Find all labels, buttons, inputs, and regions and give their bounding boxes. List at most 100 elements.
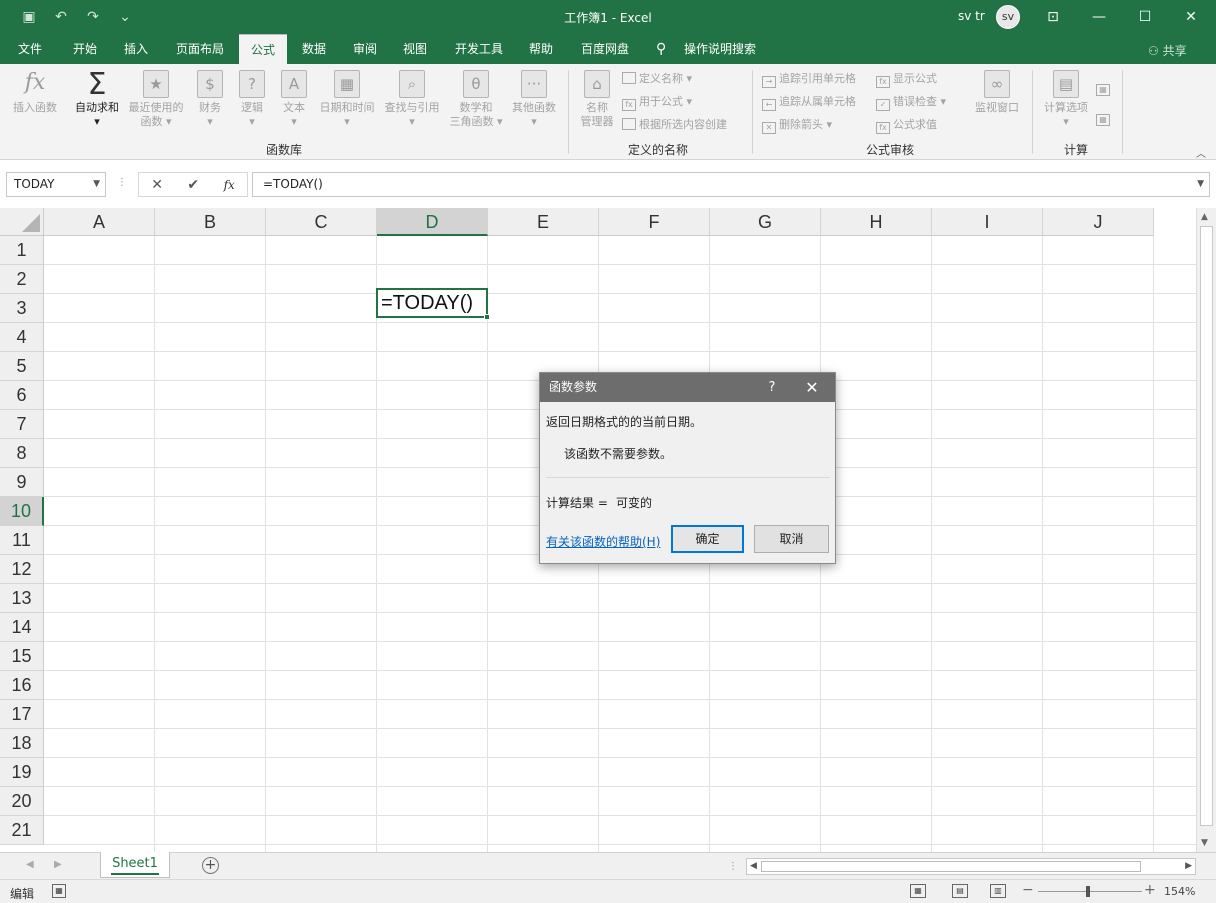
recently-used-button[interactable]: ★ 最近使用的 函数 ▾: [126, 70, 186, 129]
function-help-link[interactable]: 有关该函数的帮助(H): [546, 533, 660, 550]
prev-sheet-icon[interactable]: ◀: [26, 859, 34, 870]
minimize-icon[interactable]: —: [1076, 0, 1122, 34]
insert-function-button[interactable]: fx 插入函数: [6, 70, 64, 115]
more-functions-button[interactable]: ··· 其他函数 ▾: [508, 70, 560, 129]
column-header[interactable]: I: [932, 208, 1043, 236]
tab-split-handle-icon[interactable]: ⋮: [728, 861, 738, 872]
row-header[interactable]: 13: [0, 584, 44, 613]
row-header[interactable]: 11: [0, 526, 44, 555]
row-header[interactable]: 3: [0, 294, 44, 323]
tab-view[interactable]: 视图: [403, 34, 427, 64]
row-header[interactable]: 19: [0, 758, 44, 787]
fill-handle[interactable]: [484, 314, 490, 320]
trace-precedents-button[interactable]: → 追踪引用单元格: [762, 72, 856, 88]
tab-file[interactable]: 文件: [18, 34, 42, 64]
text-button[interactable]: A 文本 ▾: [276, 70, 312, 129]
select-all-corner[interactable]: [0, 208, 44, 236]
formula-input[interactable]: =TODAY() ▼: [252, 172, 1210, 197]
tab-page-layout[interactable]: 页面布局: [176, 34, 224, 64]
row-header[interactable]: 21: [0, 816, 44, 845]
horizontal-scroll-thumb[interactable]: [761, 861, 1141, 872]
row-header[interactable]: 18: [0, 729, 44, 758]
cancel-button[interactable]: 取消: [754, 525, 829, 553]
horizontal-scrollbar[interactable]: ◀ ▶: [746, 858, 1196, 875]
calculate-now-button[interactable]: ▦: [1096, 80, 1113, 96]
zoom-out-icon[interactable]: −: [1022, 882, 1034, 898]
page-layout-view-icon[interactable]: ▤: [952, 884, 968, 898]
next-sheet-icon[interactable]: ▶: [54, 859, 62, 870]
row-header[interactable]: 6: [0, 381, 44, 410]
tab-formulas[interactable]: 公式: [239, 34, 288, 64]
column-header[interactable]: J: [1043, 208, 1154, 236]
row-header[interactable]: 14: [0, 613, 44, 642]
avatar[interactable]: sv: [996, 5, 1020, 29]
sheet-tab[interactable]: Sheet1: [100, 852, 170, 878]
watch-window-button[interactable]: ∞ 监视窗口: [970, 70, 1024, 115]
date-time-button[interactable]: ▦ 日期和时间 ▾: [316, 70, 378, 129]
maximize-icon[interactable]: ☐: [1122, 0, 1168, 34]
row-header[interactable]: 4: [0, 323, 44, 352]
trace-dependents-button[interactable]: ← 追踪从属单元格: [762, 95, 856, 111]
column-header[interactable]: D: [377, 208, 488, 236]
vertical-scrollbar[interactable]: ▲ ▼: [1196, 208, 1216, 852]
tab-developer[interactable]: 开发工具: [455, 34, 503, 64]
zoom-slider-thumb[interactable]: [1086, 886, 1090, 897]
scroll-left-icon[interactable]: ◀: [750, 861, 757, 871]
active-cell[interactable]: =TODAY(): [376, 288, 490, 320]
evaluate-formula-button[interactable]: fx 公式求值: [876, 118, 937, 134]
autosum-button[interactable]: Σ 自动求和 ▾: [70, 70, 124, 129]
row-header[interactable]: 20: [0, 787, 44, 816]
user-name[interactable]: sv tr: [958, 9, 985, 23]
lookup-button[interactable]: ⌕ 查找与引用 ▾: [381, 70, 443, 129]
row-header[interactable]: 2: [0, 265, 44, 294]
name-manager-button[interactable]: ⌂ 名称 管理器: [576, 70, 618, 129]
share-button[interactable]: ⚇ 共享: [1148, 42, 1187, 59]
remove-arrows-button[interactable]: ✕ 删除箭头 ▾: [762, 118, 832, 134]
column-header[interactable]: F: [599, 208, 710, 236]
close-icon[interactable]: ✕: [1168, 0, 1214, 34]
tell-me-search[interactable]: 操作说明搜索: [684, 34, 756, 64]
name-box[interactable]: TODAY ▼: [6, 172, 106, 197]
tab-help[interactable]: 帮助: [529, 34, 553, 64]
column-header[interactable]: G: [710, 208, 821, 236]
page-break-view-icon[interactable]: ▥: [990, 884, 1006, 898]
zoom-in-icon[interactable]: +: [1144, 882, 1156, 898]
logical-button[interactable]: ? 逻辑 ▾: [234, 70, 270, 129]
show-formulas-button[interactable]: fx 显示公式: [876, 72, 937, 88]
add-sheet-icon[interactable]: +: [202, 857, 219, 874]
row-header[interactable]: 12: [0, 555, 44, 584]
collapse-ribbon-icon[interactable]: ︿: [1196, 145, 1206, 160]
row-header[interactable]: 17: [0, 700, 44, 729]
row-header[interactable]: 8: [0, 439, 44, 468]
tab-baidu-netdisk[interactable]: 百度网盘: [581, 34, 629, 64]
chevron-down-icon[interactable]: ▼: [93, 173, 100, 196]
expand-formula-icon[interactable]: ▼: [1197, 173, 1204, 196]
financial-button[interactable]: $ 财务 ▾: [192, 70, 228, 129]
macro-record-icon[interactable]: ▦: [52, 884, 66, 898]
row-header[interactable]: 15: [0, 642, 44, 671]
dialog-title[interactable]: 函数参数: [540, 373, 835, 402]
scroll-down-icon[interactable]: ▼: [1201, 838, 1208, 848]
use-in-formula-button[interactable]: fx 用于公式 ▾: [622, 95, 692, 111]
help-icon[interactable]: ?: [762, 373, 782, 402]
tab-review[interactable]: 审阅: [353, 34, 377, 64]
zoom-level[interactable]: 154%: [1164, 885, 1195, 898]
error-checking-button[interactable]: ✓ 错误检查 ▾: [876, 95, 946, 111]
normal-view-icon[interactable]: ▦: [910, 884, 926, 898]
create-from-selection-button[interactable]: 根据所选内容创建: [622, 118, 727, 132]
insert-function-icon[interactable]: fx: [224, 178, 235, 192]
scroll-right-icon[interactable]: ▶: [1185, 861, 1192, 871]
tab-home[interactable]: 开始: [73, 34, 97, 64]
column-header[interactable]: C: [266, 208, 377, 236]
close-icon[interactable]: ✕: [800, 373, 824, 402]
column-header[interactable]: A: [44, 208, 155, 236]
zoom-slider[interactable]: [1038, 891, 1142, 892]
define-name-button[interactable]: 定义名称 ▾: [622, 72, 692, 86]
column-header[interactable]: B: [155, 208, 266, 236]
scroll-up-icon[interactable]: ▲: [1201, 212, 1208, 222]
row-header[interactable]: 5: [0, 352, 44, 381]
cancel-entry-icon[interactable]: ✕: [151, 177, 163, 193]
confirm-entry-icon[interactable]: ✔: [187, 177, 199, 193]
row-header[interactable]: 9: [0, 468, 44, 497]
column-header[interactable]: E: [488, 208, 599, 236]
